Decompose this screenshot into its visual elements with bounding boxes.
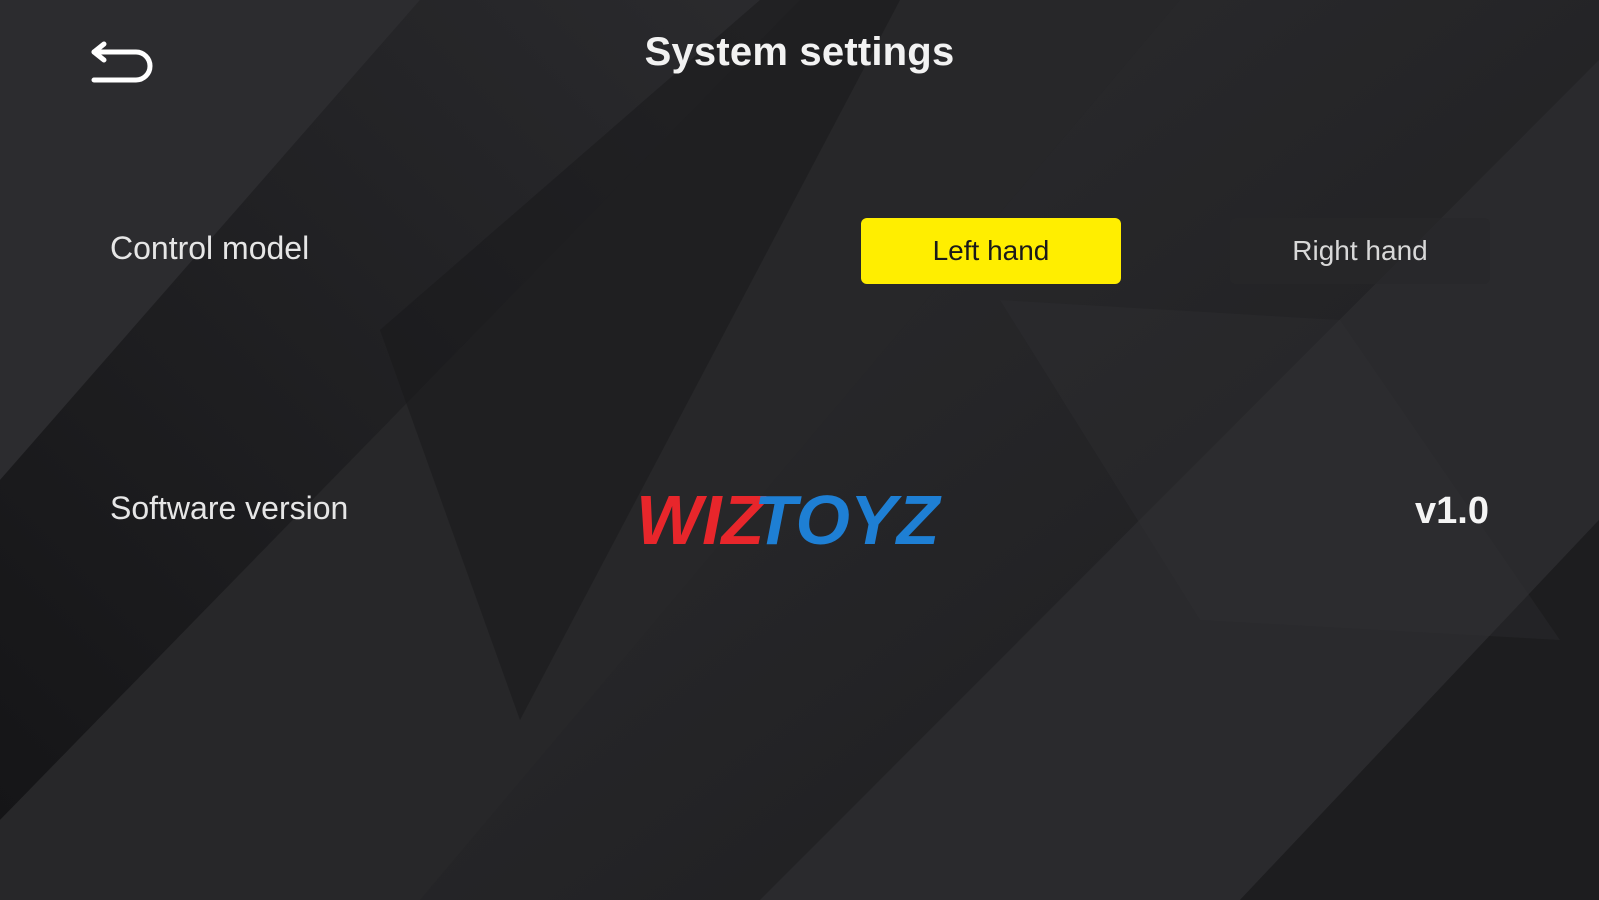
page-title: System settings bbox=[644, 30, 955, 74]
background-pattern bbox=[0, 0, 1599, 900]
logo-toyz-text: TOYZ bbox=[754, 481, 942, 559]
control-model-label: Control model bbox=[110, 230, 310, 266]
left-hand-button[interactable]: Left hand bbox=[861, 218, 1121, 284]
right-hand-button[interactable]: Right hand bbox=[1230, 218, 1490, 284]
settings-screen: System settings Control model Left hand … bbox=[0, 0, 1599, 900]
logo-wiz-text: WIZ bbox=[636, 481, 767, 559]
software-version-label: Software version bbox=[110, 490, 349, 526]
wiztoyz-logo: WIZ TOYZ bbox=[636, 481, 942, 559]
version-value: v1.0 bbox=[1415, 490, 1489, 532]
